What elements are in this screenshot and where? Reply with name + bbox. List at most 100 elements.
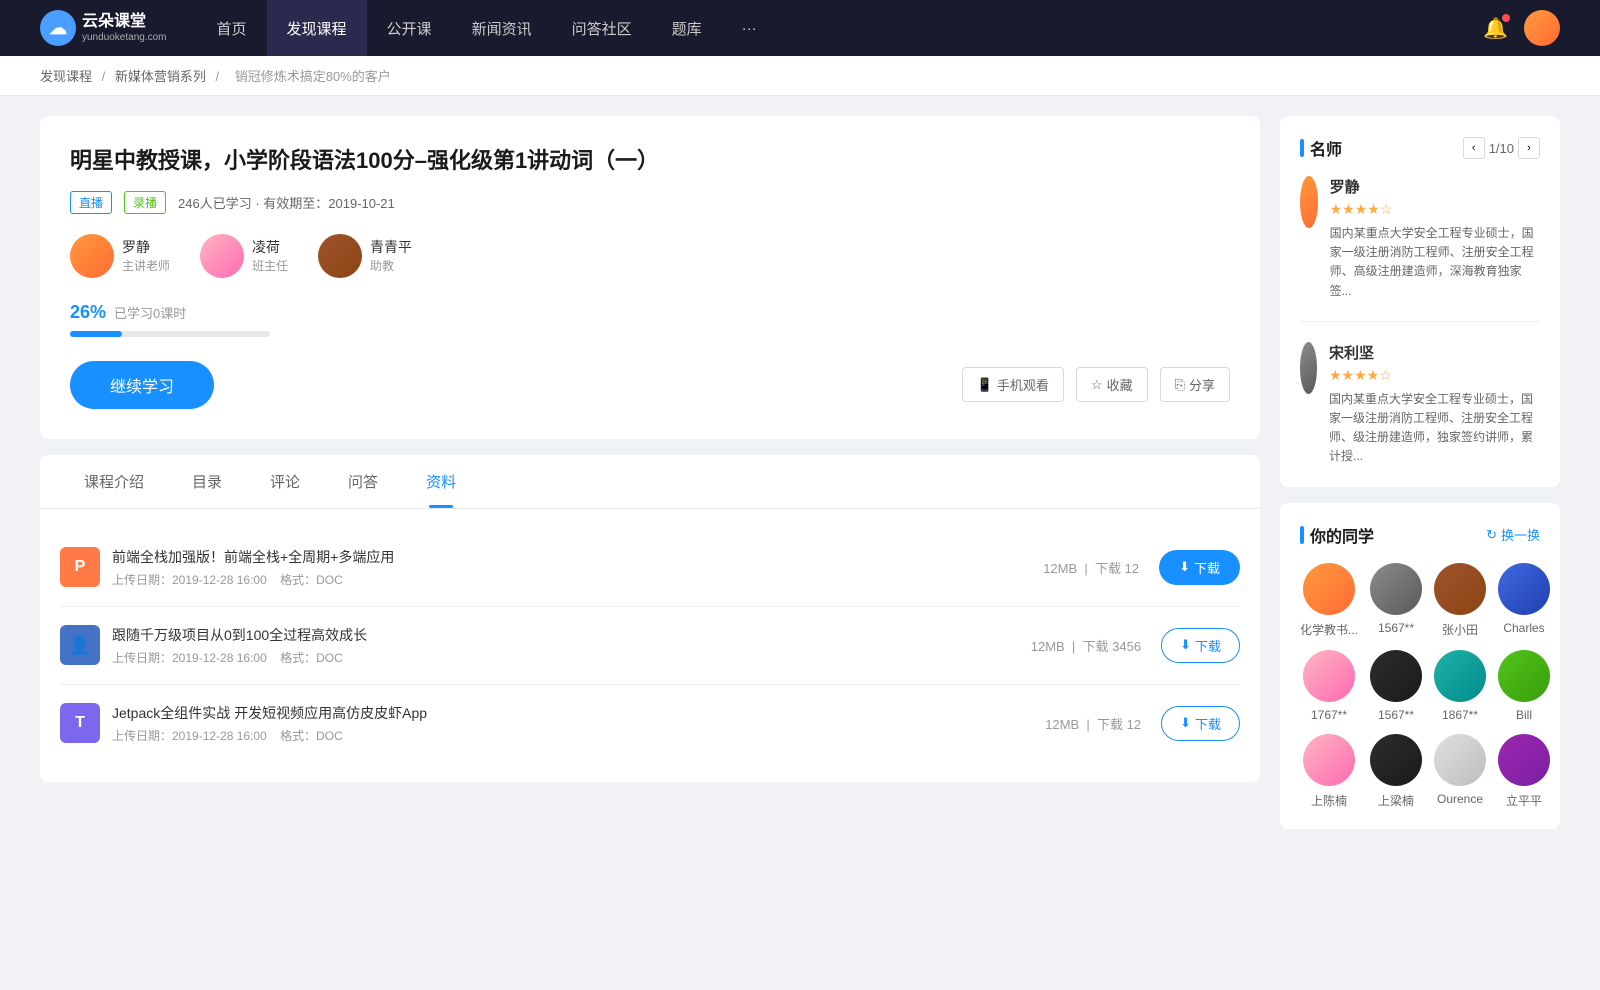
sidebar-teacher-name-song: 宋利坚 (1329, 342, 1540, 363)
nav-news[interactable]: 新闻资讯 (452, 0, 552, 56)
download-button-1[interactable]: ⬇ 下载 (1159, 550, 1240, 585)
file-name-3: Jetpack全组件实战 开发短视频应用高仿皮皮虾App (112, 703, 1045, 723)
notification-dot (1502, 14, 1510, 22)
sidebar-stars-song: ★★★★☆ (1329, 367, 1540, 384)
nav-discover[interactable]: 发现课程 (267, 0, 367, 56)
tab-resources[interactable]: 资料 (402, 455, 480, 508)
nav-exam[interactable]: 题库 (652, 0, 722, 56)
classmate-avatar-3 (1434, 563, 1486, 615)
teachers-panel-title: 名师 (1300, 136, 1342, 160)
breadcrumb-current: 销冠修炼术搞定80%的客户 (235, 69, 391, 84)
classmate-1[interactable]: 化学教书... (1300, 563, 1358, 638)
mobile-watch-button[interactable]: 📱 手机观看 (962, 367, 1064, 402)
tag-live: 直播 (70, 191, 112, 214)
tab-qa[interactable]: 问答 (324, 455, 402, 508)
file-stats-3: 12MB | 下载 12 (1045, 714, 1141, 733)
teacher-name-luo: 罗静 (122, 237, 170, 257)
tab-catalog[interactable]: 目录 (168, 455, 246, 508)
teacher-role-qing: 助教 (370, 257, 412, 274)
classmate-avatar-1 (1303, 563, 1355, 615)
classmate-name-6: 1567** (1378, 708, 1414, 722)
file-icon-2: 👤 (60, 625, 100, 665)
continue-button[interactable]: 继续学习 (70, 361, 214, 409)
file-item-2: 👤 跟随千万级项目从0到100全过程高效成长 上传日期：2019-12-28 1… (60, 607, 1240, 685)
progress-section: 26% 已学习0课时 (70, 302, 1230, 337)
classmate-name-9: 上陈楠 (1311, 792, 1347, 809)
classmate-4[interactable]: Charles (1498, 563, 1550, 638)
teacher-avatar-luo (70, 234, 114, 278)
classmate-avatar-5 (1303, 650, 1355, 702)
file-item-3: T Jetpack全组件实战 开发短视频应用高仿皮皮虾App 上传日期：2019… (60, 685, 1240, 762)
collect-button[interactable]: ☆ 收藏 (1076, 367, 1148, 402)
classmate-12[interactable]: 立平平 (1498, 734, 1550, 809)
left-panel: 明星中教授课，小学阶段语法100分–强化级第1讲动词（一） 直播 录播 246人… (40, 116, 1260, 845)
tabs-header: 课程介绍 目录 评论 问答 资料 (40, 455, 1260, 509)
nav-links: 首页 发现课程 公开课 新闻资讯 问答社区 题库 ··· (197, 0, 1484, 56)
teacher-ling: 凌荷 班主任 (200, 234, 288, 278)
sidebar-teacher-luo: 罗静 ★★★★☆ 国内某重点大学安全工程专业硕士，国家一级注册消防工程师、注册安… (1300, 176, 1540, 322)
nav-more[interactable]: ··· (722, 0, 777, 56)
refresh-classmates-button[interactable]: ↻ 换一换 (1486, 525, 1540, 544)
share-icon: ⎘ (1175, 377, 1185, 393)
progress-bar-fill (70, 331, 122, 337)
download-icon-1: ⬇ (1179, 559, 1190, 575)
teacher-avatar-ling (200, 234, 244, 278)
classmate-avatar-10 (1370, 734, 1422, 786)
refresh-icon: ↻ (1486, 527, 1497, 543)
logo-icon: ☁ (40, 10, 76, 46)
classmate-2[interactable]: 1567** (1370, 563, 1422, 638)
teacher-role-ling: 班主任 (252, 257, 288, 274)
action-buttons: 📱 手机观看 ☆ 收藏 ⎘ 分享 (962, 367, 1230, 402)
sidebar-avatar-song (1300, 342, 1317, 394)
classmate-6[interactable]: 1567** (1370, 650, 1422, 722)
file-meta-1: 上传日期：2019-12-28 16:00 格式：DOC (112, 571, 1043, 588)
navbar: ☁ 云朵课堂 yunduoketang.com 首页 发现课程 公开课 新闻资讯… (0, 0, 1600, 56)
share-button[interactable]: ⎘ 分享 (1160, 367, 1230, 402)
classmate-11[interactable]: Ourence (1434, 734, 1486, 809)
classmate-7[interactable]: 1867** (1434, 650, 1486, 722)
tab-resources-content: P 前端全栈加强版！前端全栈+全周期+多端应用 上传日期：2019-12-28 … (40, 509, 1260, 782)
classmate-name-10: 上梁楠 (1378, 792, 1414, 809)
nav-home[interactable]: 首页 (197, 0, 267, 56)
breadcrumb-discover[interactable]: 发现课程 (40, 69, 92, 84)
classmate-avatar-9 (1303, 734, 1355, 786)
classmate-3[interactable]: 张小田 (1434, 563, 1486, 638)
breadcrumb: 发现课程 / 新媒体营销系列 / 销冠修炼术搞定80%的客户 (0, 56, 1600, 96)
teachers-pagination: ‹ 1/10 › (1463, 137, 1540, 159)
prev-teacher-button[interactable]: ‹ (1463, 137, 1485, 159)
sidebar-desc-song: 国内某重点大学安全工程专业硕士，国家一级注册消防工程师、注册安全工程师、级注册建… (1329, 390, 1540, 467)
user-avatar[interactable] (1524, 10, 1560, 46)
course-actions: 继续学习 📱 手机观看 ☆ 收藏 ⎘ 分享 (70, 361, 1230, 409)
teacher-avatar-qing (318, 234, 362, 278)
notification-bell[interactable]: 🔔 (1483, 16, 1508, 41)
classmate-10[interactable]: 上梁楠 (1370, 734, 1422, 809)
progress-percent: 26% (70, 302, 106, 323)
classmate-name-5: 1767** (1311, 708, 1347, 722)
classmate-9[interactable]: 上陈楠 (1300, 734, 1358, 809)
next-teacher-button[interactable]: › (1518, 137, 1540, 159)
breadcrumb-series[interactable]: 新媒体营销系列 (115, 69, 206, 84)
download-button-2[interactable]: ⬇ 下载 (1161, 628, 1240, 663)
course-card: 明星中教授课，小学阶段语法100分–强化级第1讲动词（一） 直播 录播 246人… (40, 116, 1260, 439)
download-button-3[interactable]: ⬇ 下载 (1161, 706, 1240, 741)
classmates-grid: 化学教书... 1567** 张小田 Charles 1767** (1300, 563, 1540, 809)
sidebar-teacher-song: 宋利坚 ★★★★☆ 国内某重点大学安全工程专业硕士，国家一级注册消防工程师、注册… (1300, 342, 1540, 467)
tab-review[interactable]: 评论 (246, 455, 324, 508)
classmate-avatar-12 (1498, 734, 1550, 786)
nav-public[interactable]: 公开课 (367, 0, 452, 56)
tab-intro[interactable]: 课程介绍 (60, 455, 168, 508)
progress-bar-bg (70, 331, 270, 337)
nav-qa[interactable]: 问答社区 (552, 0, 652, 56)
main-content: 明星中教授课，小学阶段语法100分–强化级第1讲动词（一） 直播 录播 246人… (0, 96, 1600, 865)
sidebar-stars-luo: ★★★★☆ (1330, 201, 1540, 218)
download-icon-2: ⬇ (1180, 637, 1191, 653)
logo[interactable]: ☁ 云朵课堂 yunduoketang.com (40, 10, 167, 46)
classmates-panel-title: 你的同学 (1300, 523, 1374, 547)
tabs-card: 课程介绍 目录 评论 问答 资料 P 前端全栈加强版！前端全栈+全周期+多端应用… (40, 455, 1260, 782)
file-item-1: P 前端全栈加强版！前端全栈+全周期+多端应用 上传日期：2019-12-28 … (60, 529, 1240, 607)
file-stats-2: 12MB | 下载 3456 (1031, 636, 1141, 655)
star-icon: ☆ (1091, 377, 1103, 393)
classmate-5[interactable]: 1767** (1300, 650, 1358, 722)
sidebar-desc-luo: 国内某重点大学安全工程专业硕士，国家一级注册消防工程师、注册安全工程师、高级注册… (1330, 224, 1540, 301)
classmate-8[interactable]: Bill (1498, 650, 1550, 722)
